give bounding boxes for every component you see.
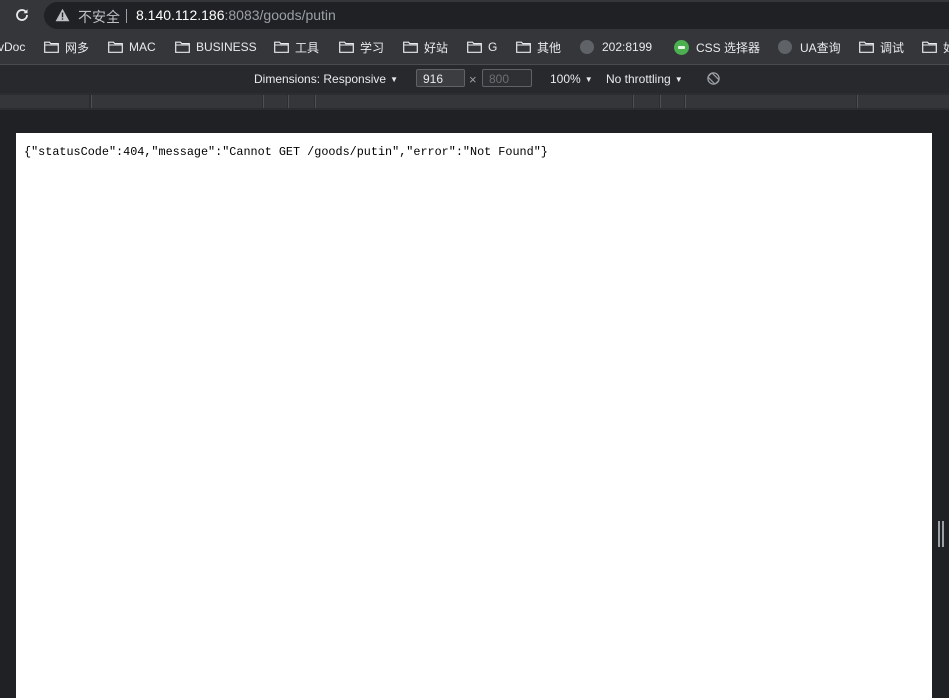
device-toolbar: Dimensions: Responsive ▼ 916 × 800 100% ▼ … [0,65,949,93]
bookmark-folder-study[interactable]: 学习 [339,39,384,55]
media-query-bar [0,93,949,110]
caret-down-icon: ▼ [674,75,683,84]
folder-icon [467,41,482,53]
bookmark-vdoc[interactable]: vDoc [0,39,25,55]
resize-handle[interactable] [938,521,944,547]
media-query-segment[interactable] [685,95,856,108]
media-query-segment[interactable] [857,95,949,108]
media-query-segment[interactable] [633,95,659,108]
media-query-segment[interactable] [0,95,89,108]
dimensions-dropdown[interactable]: Dimensions: Responsive ▼ [254,72,398,86]
bookmark-label: CSS 选择器 [696,40,761,55]
media-query-segment[interactable] [660,95,684,108]
grip-line [938,521,940,547]
css-selector-icon [674,39,689,55]
media-query-segment[interactable] [288,95,314,108]
height-input[interactable]: 800 [482,69,532,87]
bookmark-label: vDoc [0,40,26,54]
bookmark-css-selector[interactable]: CSS 选择器 [674,39,760,55]
bookmark-label: 调试 [880,40,905,55]
reload-button[interactable] [12,5,32,25]
security-status-label[interactable]: 不安全 [78,7,120,27]
bookmark-label: 202:8199 [602,40,653,54]
caret-down-icon: ▼ [390,75,398,84]
url-host: 8.140.112.186 [136,7,225,23]
bookmark-folder-other[interactable]: 其他 [516,39,561,55]
bookmark-folder-wangduo[interactable]: 网多 [44,39,89,55]
browser-toolbar: 不安全 8.140.112.186:8083/goods/putin [0,0,949,31]
dimensions-label: Dimensions: Responsive [254,72,387,86]
width-input[interactable]: 916 [416,69,465,87]
bookmark-folder-business[interactable]: BUSINESS [175,39,257,55]
divider [126,9,127,23]
folder-icon [403,41,418,53]
globe-icon [778,40,792,54]
bookmark-202-8199[interactable]: 202:8199 [580,39,652,55]
zoom-dropdown[interactable]: 100% ▼ [550,72,593,86]
bookmark-folder-debug[interactable]: 调试 [859,39,904,55]
bookmark-label: 学习 [360,40,385,55]
bookmark-folder-tools[interactable]: 工具 [274,39,319,55]
bookmark-label: 网多 [65,40,90,55]
bookmark-label: 好站 [424,40,449,55]
throttling-label: No throttling [606,72,671,86]
page-body-text: {"statusCode":404,"message":"Cannot GET … [24,145,548,159]
bookmark-folder-truncated[interactable]: 如 [922,39,949,55]
bookmark-folder-g[interactable]: G [467,39,497,55]
folder-icon [339,41,354,53]
url-path: :8083/goods/putin [224,7,336,23]
folder-icon [922,41,937,53]
omnibox[interactable]: 不安全 8.140.112.186:8083/goods/putin [44,2,949,29]
zoom-label: 100% [550,72,581,86]
bookmark-folder-mac[interactable]: MAC [108,39,156,55]
bookmarks-bar: vDoc 网多 MAC BUSINESS 工具 学习 好站 G 其他 202:8… [0,31,949,65]
folder-icon [108,41,123,53]
folder-icon [516,41,531,53]
bookmark-folder-good-sites[interactable]: 好站 [403,39,448,55]
bookmark-label: BUSINESS [196,40,257,54]
grip-line [942,521,944,547]
folder-icon [175,41,190,53]
media-query-segment[interactable] [263,95,287,108]
bookmark-label: G [488,40,498,54]
media-query-segment[interactable] [315,95,632,108]
times-icon: × [469,72,477,87]
bookmark-label: MAC [129,40,156,54]
globe-icon [580,40,594,54]
bookmark-label: 工具 [295,40,320,55]
bookmark-label: 如 [943,39,949,56]
throttling-dropdown[interactable]: No throttling ▼ [606,72,683,86]
bookmark-ua-query[interactable]: UA查询 [778,39,841,55]
folder-icon [859,41,874,53]
rotate-icon[interactable] [706,71,721,86]
bookmark-label: 其他 [537,40,562,55]
warning-icon[interactable] [55,8,70,22]
url-text[interactable]: 8.140.112.186:8083/goods/putin [136,7,336,23]
media-query-segment[interactable] [91,95,262,108]
folder-icon [44,41,59,53]
folder-icon [274,41,289,53]
reload-icon [16,9,28,21]
device-viewport: {"statusCode":404,"message":"Cannot GET … [16,133,932,698]
caret-down-icon: ▼ [584,75,593,84]
bookmark-label: UA查询 [800,40,841,55]
